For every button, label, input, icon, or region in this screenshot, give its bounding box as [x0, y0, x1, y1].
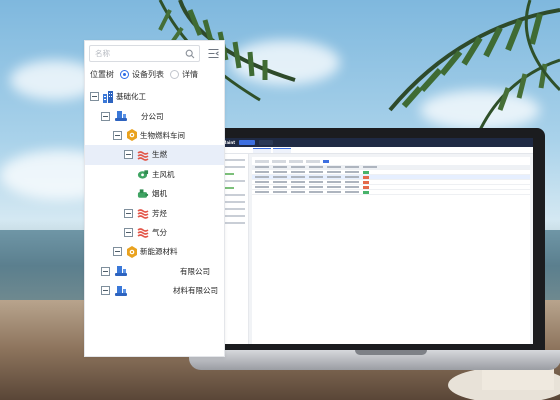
- tree-node[interactable]: 烟机: [85, 184, 224, 203]
- radio-details[interactable]: 详情: [170, 69, 198, 80]
- branch-company-icon: [115, 110, 127, 122]
- search-icon[interactable]: [185, 49, 195, 59]
- tree-node-label: 烟机: [152, 189, 167, 199]
- tree-node-selected[interactable]: 生燃: [85, 145, 224, 165]
- search-input[interactable]: [90, 46, 180, 61]
- collapse-toggle-icon[interactable]: [101, 286, 110, 296]
- collapse-toggle-icon[interactable]: [124, 227, 133, 237]
- branch-company-icon: [115, 285, 127, 297]
- process-section-icon: [137, 207, 149, 219]
- tree-node[interactable]: 基础化工: [85, 87, 224, 106]
- radio-dot-icon: [120, 69, 129, 79]
- collapse-toggle-icon[interactable]: [124, 150, 133, 160]
- collapse-toggle-icon[interactable]: [101, 111, 110, 121]
- tree-node-label: 生燃: [152, 150, 167, 160]
- collapse-toggle-icon[interactable]: [90, 92, 99, 102]
- search-row: [89, 45, 222, 62]
- turbine-equipment-icon: [137, 188, 149, 200]
- location-tree-panel: 位置树 设备列表 详情 基础化工 分公司: [84, 40, 225, 357]
- tree-node-label: 主风机: [152, 169, 175, 179]
- location-tree: 基础化工 分公司 生物燃料车间 生燃 主风机 烟机 芳烃 气分 新能源材料 有限…: [85, 87, 224, 300]
- search-box: [89, 45, 200, 62]
- tree-node[interactable]: 主风机: [85, 165, 224, 184]
- tree-node[interactable]: 新能源材料: [85, 242, 224, 261]
- palm-tree-right: [388, 0, 560, 131]
- process-section-icon: [137, 149, 149, 161]
- process-section-icon: [137, 226, 149, 239]
- collapse-toggle-icon[interactable]: [113, 247, 122, 257]
- org-building-icon: [102, 90, 114, 103]
- laptop-lid: iMaint: [205, 128, 545, 352]
- fan-equipment-icon: [137, 168, 149, 180]
- branch-company-icon: [115, 265, 127, 277]
- tree-node[interactable]: 分公司: [85, 106, 224, 125]
- view-mode-label: 位置树: [90, 69, 114, 79]
- collapse-toggle-icon[interactable]: [124, 208, 133, 218]
- collapse-toggle-icon[interactable]: [101, 266, 110, 276]
- tree-node-label: 生物燃料车间: [140, 130, 185, 140]
- radio-device-list[interactable]: 设备列表: [120, 69, 164, 80]
- tree-node-label: 气分: [152, 227, 167, 237]
- tree-node[interactable]: 有限公司: [85, 262, 224, 281]
- view-mode-row: 位置树 设备列表 详情: [90, 68, 204, 80]
- radio-dot-icon: [170, 69, 179, 79]
- laptop-screen: iMaint: [217, 138, 533, 344]
- tree-node[interactable]: 材料有限公司: [85, 281, 224, 300]
- workshop-icon: [126, 129, 138, 142]
- collapse-menu-button[interactable]: [207, 48, 219, 60]
- tree-node-label: 材料有限公司: [128, 285, 218, 296]
- tree-node-label: 基础化工: [116, 92, 146, 102]
- tree-node-label: 芳烃: [152, 208, 167, 218]
- menu-collapse-icon: [208, 49, 219, 58]
- collapse-toggle-icon[interactable]: [113, 130, 122, 140]
- tree-node-label: 分公司: [128, 110, 164, 122]
- tree-node-label: 新能源材料: [140, 247, 178, 257]
- tree-node[interactable]: 芳烃: [85, 203, 224, 222]
- workshop-icon: [126, 245, 138, 258]
- laptop-decoration: iMaint: [189, 128, 560, 370]
- tree-node[interactable]: 生物燃料车间: [85, 126, 224, 145]
- tree-node-label: 有限公司: [128, 265, 210, 277]
- tree-node[interactable]: 气分: [85, 223, 224, 242]
